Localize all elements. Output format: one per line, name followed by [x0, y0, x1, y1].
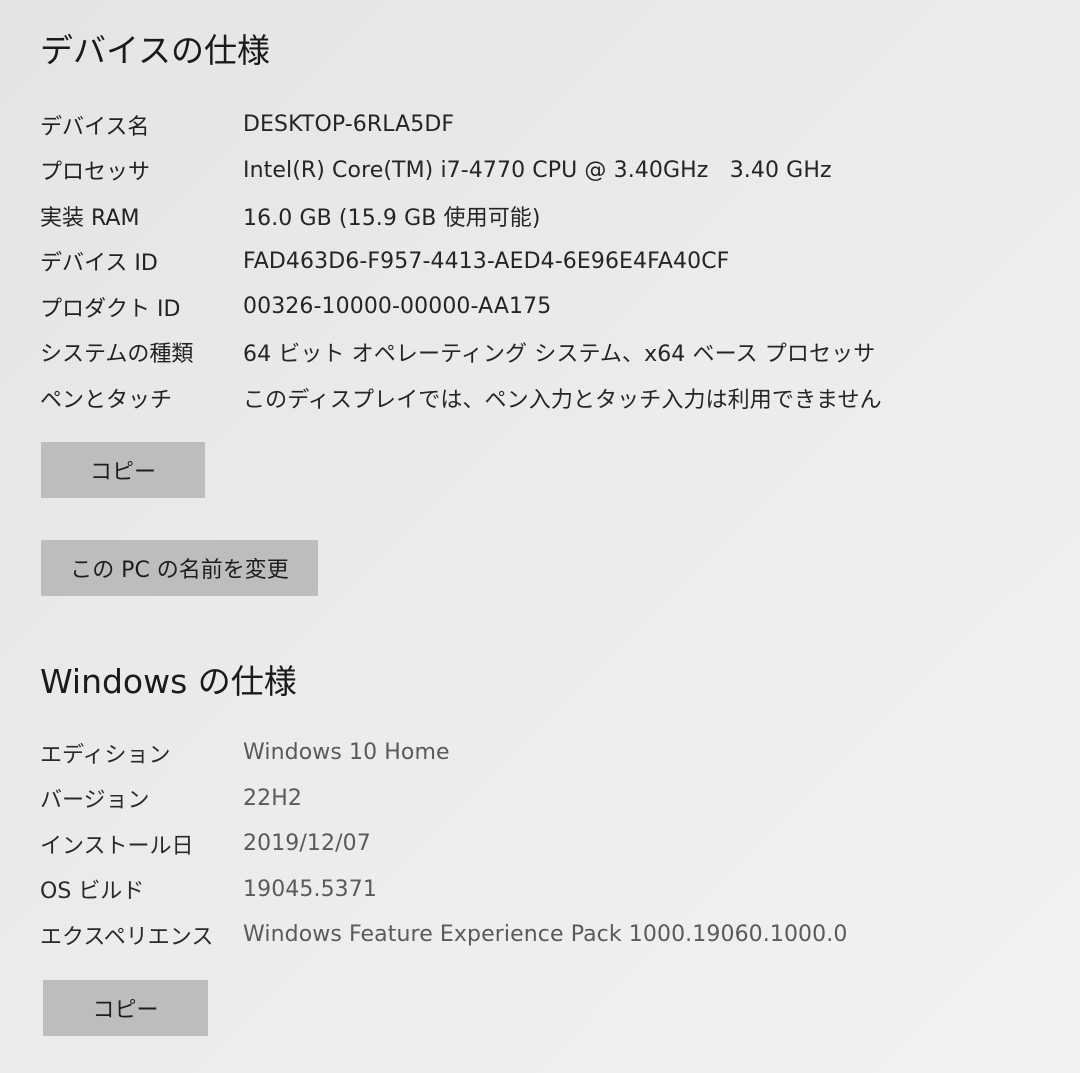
- spec-value: Windows Feature Experience Pack 1000.190…: [243, 922, 848, 948]
- rename-pc-button[interactable]: この PC の名前を変更: [41, 540, 318, 596]
- spec-label: プロセッサ: [40, 160, 151, 186]
- windows-specs-list: エディション Windows 10 Home バージョン 22H2 インストール…: [40, 730, 1060, 958]
- device-specs-list: デバイス名 DESKTOP-6RLA5DF プロセッサ Intel(R) Cor…: [40, 102, 1060, 421]
- spec-label: 実装 RAM: [40, 205, 140, 231]
- spec-row-product-id: プロダクト ID 00326-10000-00000-AA175: [40, 284, 1060, 330]
- spec-label: OS ビルド: [40, 879, 145, 905]
- spec-label: バージョン: [40, 788, 150, 814]
- spec-row-device-name: デバイス名 DESKTOP-6RLA5DF: [40, 102, 1060, 148]
- windows-specs-title: Windows の仕様: [40, 662, 297, 701]
- spec-label: ペンとタッチ: [40, 387, 173, 413]
- copy-windows-specs-button[interactable]: コピー: [43, 980, 208, 1036]
- spec-row-version: バージョン 22H2: [40, 776, 1060, 822]
- spec-value: 00326-10000-00000-AA175: [243, 294, 552, 320]
- spec-label: プロダクト ID: [40, 296, 181, 322]
- spec-value: このディスプレイでは、ペン入力とタッチ入力は利用できません: [243, 387, 882, 413]
- spec-label: エクスペリエンス: [40, 924, 214, 950]
- spec-label: インストール日: [40, 833, 194, 859]
- spec-row-install-date: インストール日 2019/12/07: [40, 821, 1060, 867]
- spec-row-installed-ram: 実装 RAM 16.0 GB (15.9 GB 使用可能): [40, 193, 1060, 239]
- spec-value: 2019/12/07: [243, 831, 371, 857]
- copy-device-specs-button[interactable]: コピー: [41, 442, 205, 498]
- spec-label: デバイス ID: [40, 251, 158, 277]
- spec-row-device-id: デバイス ID FAD463D6-F957-4413-AED4-6E96E4FA…: [40, 239, 1060, 285]
- spec-row-processor: プロセッサ Intel(R) Core(TM) i7-4770 CPU @ 3.…: [40, 148, 1060, 194]
- spec-row-pen-touch: ペンとタッチ このディスプレイでは、ペン入力とタッチ入力は利用できません: [40, 375, 1060, 421]
- spec-row-os-build: OS ビルド 19045.5371: [40, 867, 1060, 913]
- spec-row-edition: エディション Windows 10 Home: [40, 730, 1060, 776]
- spec-value: DESKTOP-6RLA5DF: [243, 112, 455, 138]
- spec-value: 64 ビット オペレーティング システム、x64 ベース プロセッサ: [243, 342, 876, 368]
- spec-value: Intel(R) Core(TM) i7-4770 CPU @ 3.40GHz …: [243, 157, 832, 183]
- spec-value: FAD463D6-F957-4413-AED4-6E96E4FA40CF: [243, 248, 730, 274]
- spec-row-system-type: システムの種類 64 ビット オペレーティング システム、x64 ベース プロセ…: [40, 330, 1060, 376]
- spec-value: 16.0 GB (15.9 GB 使用可能): [243, 205, 541, 231]
- spec-value: 19045.5371: [243, 876, 377, 902]
- spec-value: 22H2: [243, 785, 302, 811]
- spec-label: デバイス名: [40, 114, 150, 140]
- device-specs-title: デバイスの仕様: [40, 31, 271, 70]
- spec-label: システムの種類: [40, 342, 194, 368]
- spec-row-experience: エクスペリエンス Windows Feature Experience Pack…: [40, 912, 1060, 958]
- spec-value: Windows 10 Home: [243, 740, 450, 766]
- spec-label: エディション: [40, 742, 171, 768]
